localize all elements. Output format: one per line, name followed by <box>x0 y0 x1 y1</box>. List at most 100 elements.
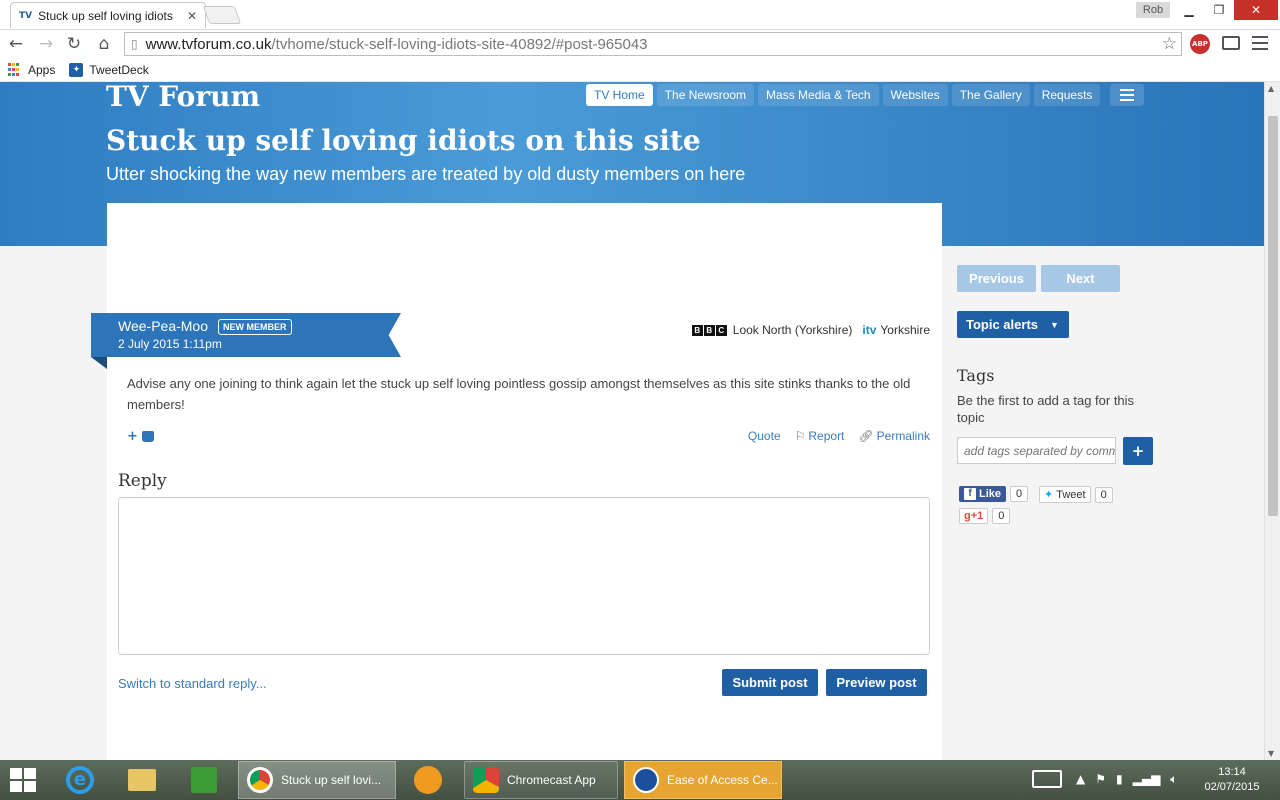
channel-bbc-label: Look North (Yorkshire) <box>732 323 853 337</box>
tags-input[interactable] <box>957 437 1116 464</box>
google-plus-icon: g <box>964 510 971 522</box>
nav-the-gallery[interactable]: The Gallery <box>951 84 1030 106</box>
adblock-plus-icon[interactable]: ABP <box>1190 34 1210 54</box>
next-topic-button[interactable]: Next <box>1041 265 1120 292</box>
scrollbar-thumb[interactable] <box>1268 116 1278 516</box>
url-text: www.tvforum.co.uk/tvhome/stuck-self-lovi… <box>145 35 648 53</box>
taskbar-chrome-window[interactable]: Stuck up self lovi... <box>238 761 396 799</box>
preview-post-button[interactable]: Preview post <box>826 669 927 696</box>
minimize-button[interactable]: ▁ <box>1174 0 1204 20</box>
nav-mass-media-tech[interactable]: Mass Media & Tech <box>758 84 879 106</box>
permalink-link[interactable]: 🔗︎ Permalink <box>858 429 930 443</box>
tab-close-icon[interactable]: ✕ <box>187 9 197 23</box>
quote-link[interactable]: Quote <box>748 429 781 443</box>
browser-tab[interactable]: TV Stuck up self loving idiots ✕ <box>10 2 206 28</box>
tvforum-favicon-icon: TV <box>19 10 33 21</box>
tweet-button[interactable]: ✦ Tweet <box>1039 486 1091 503</box>
post-author[interactable]: Wee-Pea-Moo <box>118 318 208 334</box>
home-button[interactable]: ⌂ <box>92 32 116 56</box>
flag-tray-icon[interactable]: ⚑ <box>1095 772 1106 786</box>
forward-button[interactable]: → <box>34 32 58 56</box>
twitter-bird-icon: ✦ <box>1044 489 1054 501</box>
cast-icon[interactable] <box>1222 36 1240 50</box>
nav-menu-icon[interactable] <box>1110 84 1145 106</box>
link-icon: 🔗︎ <box>858 429 874 443</box>
chrome-icon <box>247 767 273 793</box>
nav-the-newsroom[interactable]: The Newsroom <box>656 84 755 106</box>
tags-empty-text: Be the first to add a tag for this topic <box>957 393 1135 425</box>
apps-grid-icon <box>8 62 22 77</box>
facebook-like: f Like 0 <box>959 486 1029 502</box>
internet-explorer-icon[interactable]: e <box>56 764 104 796</box>
topic-subtitle: Utter shocking the way new members are t… <box>106 164 746 184</box>
maximize-button[interactable]: ❐ <box>1204 0 1234 20</box>
author-channels: BBC Look North (Yorkshire) itv Yorkshire <box>691 323 930 337</box>
reply-heading: Reply <box>118 471 167 491</box>
chromecast-icon <box>473 767 499 793</box>
add-tag-button[interactable]: + <box>1123 437 1153 465</box>
show-hidden-icons-icon[interactable]: ▲ <box>1076 772 1085 786</box>
nav-tv-home[interactable]: TV Home <box>586 84 653 106</box>
topic-title: Stuck up self loving idiots on this site <box>106 124 701 157</box>
bookmark-star-icon[interactable]: ☆ <box>1162 34 1177 54</box>
page-scrollbar[interactable]: ▲ ▼ <box>1264 82 1280 760</box>
page-icon: ▯ <box>131 37 138 51</box>
like-button[interactable]: + <box>127 429 154 444</box>
bookmark-tweetdeck[interactable]: ✦ TweetDeck <box>69 62 149 77</box>
flag-icon: ⚐ <box>794 429 806 443</box>
close-window-button[interactable]: ✕ <box>1234 0 1278 20</box>
ease-of-access-icon <box>633 767 659 793</box>
volume-icon[interactable]: 🔈︎ <box>1170 772 1177 787</box>
facebook-like-button[interactable]: f Like <box>959 486 1007 502</box>
browser-toolbar: ← → ↻ ⌂ ▯ www.tvforum.co.uk/tvhome/stuck… <box>0 30 1280 58</box>
chrome-menu-icon[interactable] <box>1252 36 1268 50</box>
taskbar-chromecast-app[interactable]: Chromecast App <box>464 761 618 799</box>
tab-title: Stuck up self loving idiots <box>38 8 173 23</box>
site-logo[interactable]: TV Forum <box>106 82 260 113</box>
back-button[interactable]: ← <box>4 32 28 56</box>
tweetdeck-icon: ✦ <box>69 62 84 77</box>
post-body: Advise any one joining to think again le… <box>127 376 911 412</box>
keyboard-icon[interactable] <box>1032 770 1062 788</box>
report-link[interactable]: ⚐ Report <box>795 429 845 443</box>
topic-alerts-button[interactable]: Topic alerts ▼ <box>957 311 1069 338</box>
google-plus-count: 0 <box>992 508 1011 524</box>
address-bar[interactable]: ▯ www.tvforum.co.uk/tvhome/stuck-self-lo… <box>124 32 1182 56</box>
scroll-up-icon[interactable]: ▲ <box>1268 84 1274 93</box>
windows-start-icon[interactable] <box>10 768 36 792</box>
ribbon-fold <box>91 357 107 369</box>
vlc-icon[interactable] <box>404 764 452 796</box>
caret-down-icon: ▼ <box>1050 319 1059 330</box>
browser-titlebar: TV Stuck up self loving idiots ✕ Rob ▁ ❐… <box>0 0 1280 30</box>
reload-button[interactable]: ↻ <box>62 32 86 56</box>
facebook-like-count: 0 <box>1010 486 1029 502</box>
profile-badge[interactable]: Rob <box>1136 2 1170 18</box>
twitter-tweet: ✦ Tweet 0 <box>1039 486 1113 503</box>
plus-icon: + <box>127 429 138 444</box>
taskbar-ease-of-access[interactable]: Ease of Access Ce... <box>624 761 782 799</box>
page-viewport: TV Forum TV Home The Newsroom Mass Media… <box>0 82 1264 760</box>
google-plus-one: g +1 0 <box>959 508 1011 524</box>
scroll-down-icon[interactable]: ▼ <box>1268 749 1274 758</box>
file-explorer-icon[interactable] <box>118 764 166 796</box>
battery-icon[interactable]: ▮ <box>1116 772 1123 786</box>
bbc-logo-icon: BBC <box>691 324 728 336</box>
system-clock[interactable]: 13:14 02/07/2015 <box>1198 765 1266 795</box>
windows-taskbar: e Stuck up self lovi... Chromecast App E… <box>0 760 1280 800</box>
submit-post-button[interactable]: Submit post <box>722 669 818 696</box>
channel-itv-label: Yorkshire <box>880 323 930 337</box>
bookmarks-bar: Apps ✦ TweetDeck <box>0 58 1280 82</box>
bookmark-apps[interactable]: Apps <box>8 62 55 77</box>
itv-logo-icon: itv <box>862 323 877 337</box>
windows-store-icon[interactable] <box>180 764 228 796</box>
network-signal-icon[interactable]: ▂▄▆ <box>1133 772 1161 786</box>
nav-requests[interactable]: Requests <box>1033 84 1101 106</box>
new-member-badge: NEW MEMBER <box>218 319 292 335</box>
reply-textarea[interactable] <box>118 497 930 655</box>
google-plus-button[interactable]: g +1 <box>959 508 989 524</box>
switch-to-standard-reply-link[interactable]: Switch to standard reply... <box>118 676 267 691</box>
tags-heading: Tags <box>957 366 995 385</box>
new-tab-button[interactable] <box>202 6 242 24</box>
nav-websites[interactable]: Websites <box>882 84 948 106</box>
previous-topic-button[interactable]: Previous <box>957 265 1036 292</box>
